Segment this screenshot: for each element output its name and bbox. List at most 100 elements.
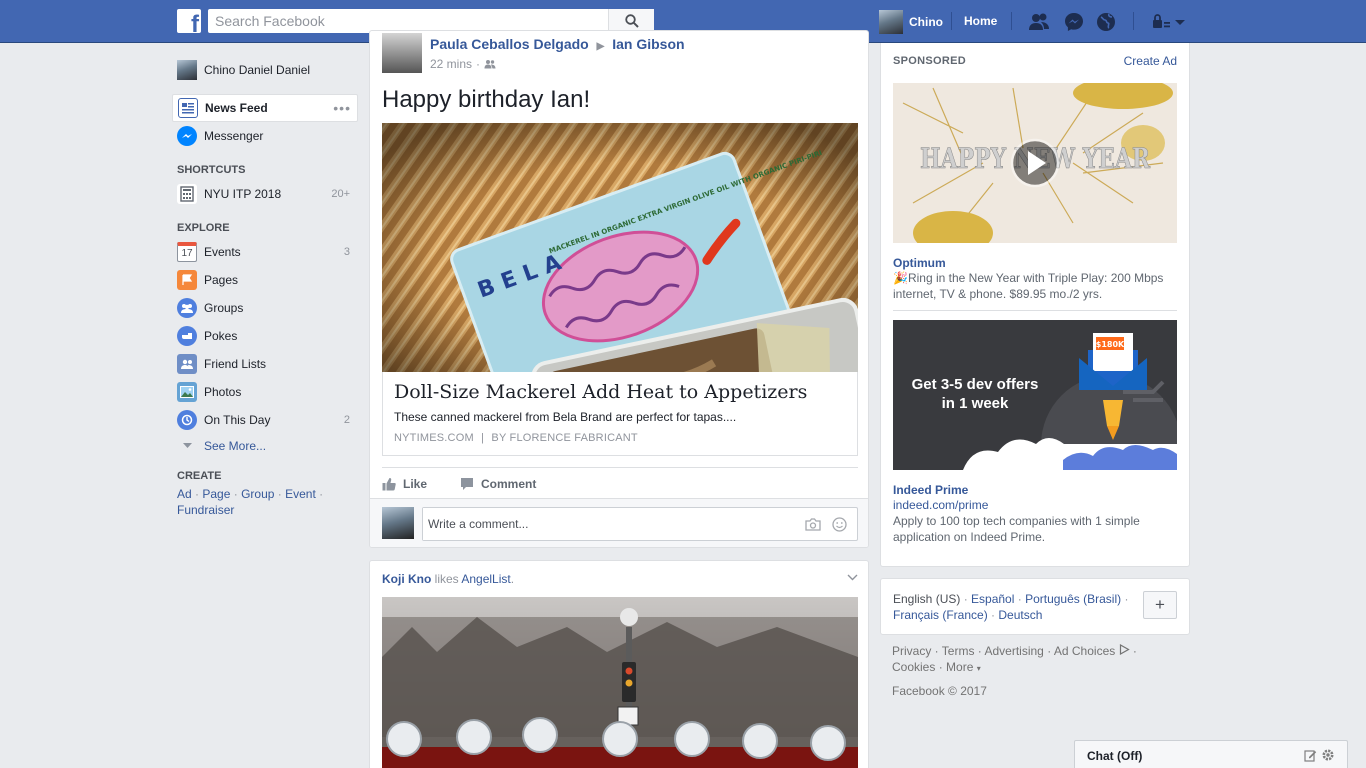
language-link[interactable]: Português (Brasil) [1025, 592, 1121, 606]
comment-composer [370, 498, 868, 547]
divider [951, 12, 952, 30]
indeed-ad-image[interactable]: $180K Get 3-5 dev offers in 1 week [893, 320, 1177, 470]
post-message: Happy birthday Ian! [382, 86, 591, 113]
target-link[interactable]: Ian Gibson [612, 36, 684, 52]
page-link[interactable]: AngelList [461, 572, 510, 586]
ad-choices-icon[interactable] [1119, 643, 1130, 656]
more-options-icon[interactable]: ••• [333, 100, 351, 116]
friends-audience-icon[interactable] [484, 59, 496, 69]
sidebar-item-on-this-day[interactable]: On This Day 2 [172, 406, 358, 434]
sidebar-item-pages[interactable]: Pages [172, 266, 358, 294]
create-page-link[interactable]: Page [202, 487, 230, 501]
create-fundraiser-link[interactable]: Fundraiser [177, 503, 234, 517]
more-link[interactable]: More [946, 660, 973, 674]
ad-image-headline: Get 3-5 dev offers in 1 week [911, 376, 1039, 412]
messages-icon[interactable] [1063, 11, 1085, 33]
sponsored-header: SPONSORED [893, 55, 966, 67]
shortcut-count: 20+ [331, 188, 350, 200]
language-link[interactable]: Français (France) [893, 608, 988, 622]
sidebar-item-profile[interactable]: Chino Daniel Daniel [172, 56, 358, 84]
friend-requests-icon[interactable] [1028, 11, 1050, 33]
ad-title: Indeed Prime [893, 483, 969, 497]
sidebar-item-label: Pokes [204, 329, 238, 343]
sidebar-item-label: Pages [204, 273, 239, 287]
left-navigation: Chino Daniel Daniel News Feed ••• Messen… [172, 56, 358, 518]
on-this-day-count: 2 [343, 414, 350, 426]
facebook-logo-icon[interactable]: f [177, 9, 201, 33]
arrow-right-icon: ▶ [596, 41, 605, 52]
actor-link[interactable]: Koji Kno [382, 572, 431, 586]
language-link[interactable]: Deutsch [998, 608, 1042, 622]
sidebar-item-news-feed[interactable]: News Feed ••• [172, 94, 358, 122]
author-link[interactable]: Paula Ceballos Delgado [430, 36, 589, 52]
sidebar-item-friend-lists[interactable]: Friend Lists [172, 350, 358, 378]
story-header: Koji Kno likes AngelList. [382, 572, 514, 586]
logo-letter: f [191, 11, 199, 34]
link-preview-image[interactable]: BELA MACKEREL IN ORGANIC EXTRA VIRGIN OL… [382, 123, 858, 372]
sidebar-item-label: Groups [204, 301, 244, 315]
avatar [879, 10, 903, 34]
shared-photo[interactable] [382, 597, 858, 768]
chevron-down-icon[interactable] [847, 574, 858, 581]
sidebar-item-pokes[interactable]: Pokes [172, 322, 358, 350]
sidebar-item-messenger[interactable]: Messenger [172, 122, 358, 150]
sidebar-item-label: Friend Lists [204, 357, 267, 371]
profile-name: Chino [909, 15, 943, 29]
sidebar-item-label: News Feed [205, 101, 268, 115]
link-source: NYTIMES.COM | BY FLORENCE FABRICANT [394, 432, 638, 444]
link-byline: BY FLORENCE FABRICANT [491, 432, 638, 444]
comment-input[interactable] [423, 508, 793, 540]
terms-link[interactable]: Terms [942, 644, 975, 658]
time-link[interactable]: 22 mins [430, 57, 472, 71]
home-link[interactable]: Home [964, 14, 997, 28]
like-button[interactable]: Like [382, 477, 427, 491]
ad-choices-link[interactable]: Ad Choices [1054, 644, 1115, 658]
emoji-icon[interactable] [832, 517, 847, 532]
link-preview-card[interactable]: Doll-Size Mackerel Add Heat to Appetizer… [382, 372, 858, 456]
sidebar-item-photos[interactable]: Photos [172, 378, 358, 406]
link-description: These canned mackerel from Bela Brand ar… [394, 410, 737, 424]
optimum-ad-image[interactable]: HAPPY NEW YEAR [893, 83, 1177, 243]
thumbs-up-icon [382, 478, 396, 491]
compose-message-icon[interactable] [1304, 749, 1317, 762]
create-group-link[interactable]: Group [241, 487, 274, 501]
gear-icon[interactable] [1321, 748, 1335, 762]
sidebar-item-label: Photos [204, 385, 242, 399]
post-header: Paula Ceballos Delgado ▶ Ian Gibson [430, 36, 685, 52]
current-language: English (US) [893, 592, 961, 606]
copyright: Facebook © 2017 [892, 684, 987, 698]
sidebar-item-events[interactable]: 17 Events 3 [172, 238, 358, 266]
language-links: English (US) · Español · Português (Bras… [893, 592, 1129, 622]
indeed-ad-body[interactable]: Indeed Prime indeed.com/prime Apply to 1… [893, 483, 1177, 545]
author-avatar[interactable] [382, 33, 422, 73]
add-language-button[interactable]: + [1143, 591, 1177, 619]
sidebar-item-groups[interactable]: Groups [172, 294, 358, 322]
sidebar-item-label: NYU ITP 2018 [204, 187, 282, 201]
account-menu-chevron-down-icon[interactable] [1173, 11, 1187, 33]
cookies-link[interactable]: Cookies [892, 660, 935, 674]
privacy-link[interactable]: Privacy [892, 644, 931, 658]
optimum-ad-body[interactable]: Optimum 🎉Ring in the New Year with Tripl… [893, 256, 1177, 302]
camera-icon[interactable] [805, 518, 821, 531]
notifications-globe-icon[interactable] [1095, 11, 1117, 33]
mackerel-tin-photo: BELA MACKEREL IN ORGANIC EXTRA VIRGIN OL… [382, 123, 858, 372]
groups-icon [177, 298, 197, 318]
create-ad-link[interactable]: Ad [177, 487, 192, 501]
create-event-link[interactable]: Event [285, 487, 316, 501]
chevron-down-icon [177, 436, 197, 456]
create-ad-link[interactable]: Create Ad [1124, 54, 1177, 68]
see-more-link[interactable]: See More... [172, 434, 358, 458]
privacy-shortcuts-icon[interactable] [1150, 11, 1172, 33]
sidebar-item-nyu-itp-2018[interactable]: NYU ITP 2018 20+ [172, 180, 358, 208]
comment-field[interactable] [422, 507, 858, 541]
advertising-link[interactable]: Advertising [984, 644, 1043, 658]
sidebar-item-label: Messenger [204, 129, 264, 143]
chat-bar[interactable]: Chat (Off) [1074, 740, 1348, 768]
sidebar-item-label: On This Day [204, 413, 271, 427]
marching-band-photo [382, 597, 858, 768]
link-title: Doll-Size Mackerel Add Heat to Appetizer… [394, 381, 808, 403]
language-link[interactable]: Español [971, 592, 1014, 606]
create-header: CREATE [177, 470, 222, 482]
profile-link[interactable]: Chino [879, 10, 943, 34]
comment-button[interactable]: Comment [460, 477, 536, 491]
